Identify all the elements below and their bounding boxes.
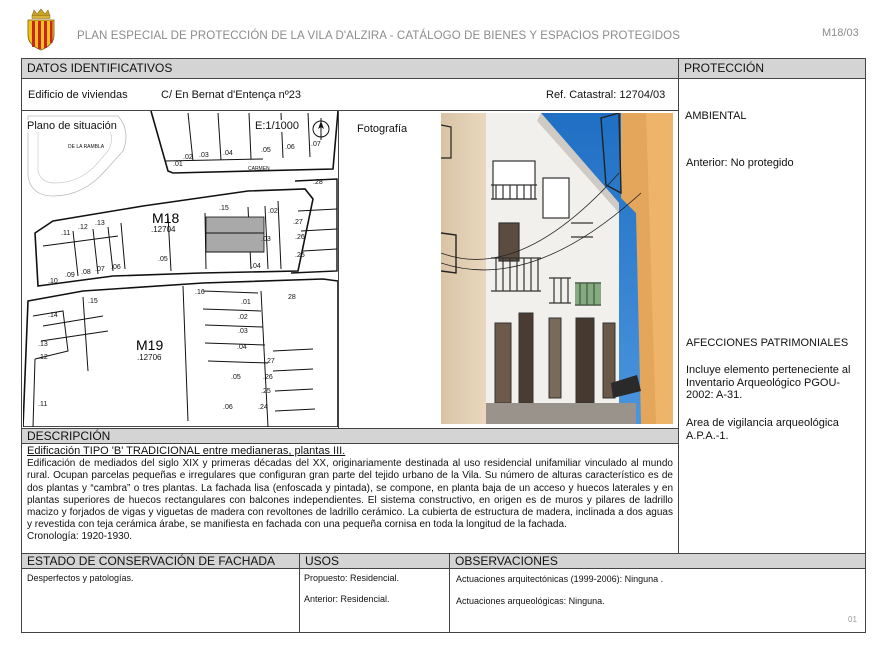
page-number: 01	[848, 615, 857, 624]
svg-text:.06: .06	[223, 404, 233, 411]
building-photo	[441, 113, 673, 424]
usos-proposed: Propuesto: Residencial.	[304, 573, 400, 583]
svg-text:DE LA RAMBLA: DE LA RAMBLA	[68, 144, 105, 150]
svg-text:.26: .26	[263, 374, 273, 381]
svg-text:.12: .12	[38, 354, 48, 361]
estado-header: ESTADO DE CONSERVACIÓN DE FACHADA	[22, 554, 299, 569]
svg-text:.10: .10	[48, 278, 58, 285]
svg-text:.13: .13	[38, 341, 48, 348]
proteccion-header: PROTECCIÓN	[679, 59, 865, 79]
sheet-code: M18/03	[822, 27, 859, 39]
descripcion-subtitle: Edificación TIPO 'B' TRADICIONAL entre m…	[27, 445, 346, 457]
svg-text:28: 28	[288, 294, 296, 301]
situation-map-label: Plano de situación	[27, 120, 119, 132]
document-title: PLAN ESPECIAL DE PROTECCIÓN DE LA VILA D…	[77, 30, 680, 42]
svg-text:.03: .03	[238, 328, 248, 335]
svg-text:.12704: .12704	[151, 225, 176, 234]
building-address: C/ En Bernat d'Entença nº23	[161, 89, 302, 101]
svg-text:.02: .02	[238, 314, 248, 321]
svg-text:.11: .11	[38, 401, 47, 408]
svg-text:.13: .13	[95, 220, 105, 227]
svg-text:.03: .03	[261, 236, 271, 243]
svg-text:.04: .04	[223, 150, 233, 157]
protection-previous: Anterior: No protegido	[686, 157, 794, 169]
svg-text:.01: .01	[173, 161, 183, 168]
svg-text:.27: .27	[293, 219, 303, 226]
svg-text:.11: .11	[61, 230, 70, 237]
observaciones-architectural: Actuaciones arquitectónicas (1999-2006):…	[456, 574, 664, 584]
observaciones-header: OBSERVACIONES	[450, 554, 865, 569]
svg-text:.05: .05	[231, 374, 241, 381]
afecciones-title: AFECCIONES PATRIMONIALES	[686, 337, 849, 349]
north-arrow-icon	[311, 116, 331, 142]
svg-text:.24: .24	[258, 404, 268, 411]
afecciones-inventory: Incluye elemento perteneciente al Invent…	[686, 364, 851, 401]
svg-text:.02: .02	[183, 154, 193, 161]
svg-text:.07: .07	[311, 141, 321, 148]
block-label-m19: M19	[136, 337, 163, 353]
column-divider	[678, 59, 679, 553]
descripcion-header: DESCRIPCIÓN	[22, 428, 678, 444]
map-photo-divider	[338, 110, 339, 428]
svg-text:.08: .08	[81, 269, 91, 276]
svg-text:.04: .04	[251, 263, 261, 270]
photo-label: Fotografía	[357, 123, 408, 135]
afecciones-vigilance: Area de vigilancia arqueológica A.P.A.-1…	[686, 417, 839, 442]
svg-text:CARMEN: CARMEN	[248, 166, 270, 172]
building-type: Edificio de viviendas	[28, 89, 128, 101]
svg-text:.25: .25	[295, 252, 305, 259]
svg-text:.01: .01	[241, 299, 251, 306]
bottom-col-divider-1	[299, 554, 300, 632]
svg-text:.16: .16	[195, 289, 205, 296]
svg-text:.05: .05	[158, 256, 168, 263]
descripcion-chronology: Cronología: 1920-1930.	[27, 531, 133, 542]
svg-text:.04: .04	[237, 344, 247, 351]
map-scale: E:1/1000	[255, 120, 300, 132]
svg-text:.14: .14	[48, 312, 58, 319]
estado-text: Desperfectos y patologías.	[27, 573, 134, 583]
situation-map: DE LA RAMBLA CARMEN M18 .12704 M19 .1270…	[23, 111, 338, 427]
svg-text:.12: .12	[78, 224, 88, 231]
svg-text:.03: .03	[199, 152, 209, 159]
protection-level: AMBIENTAL	[685, 110, 747, 122]
svg-text:.26: .26	[295, 234, 305, 241]
datos-identificativos-header: DATOS IDENTIFICATIVOS	[22, 59, 678, 79]
svg-text:.06: .06	[285, 144, 295, 151]
coat-of-arms-icon	[24, 7, 58, 51]
usos-previous: Anterior: Residencial.	[304, 594, 390, 604]
block-label-m18: M18	[152, 210, 179, 226]
svg-text:.25: .25	[261, 388, 271, 395]
svg-text:.06: .06	[111, 264, 121, 271]
svg-text:.28: .28	[313, 179, 323, 186]
bottom-col-divider-2	[449, 554, 450, 632]
descripcion-body: Edificación de mediados del siglo XIX y …	[27, 458, 673, 531]
svg-text:.02: .02	[268, 208, 278, 215]
svg-text:.09: .09	[65, 272, 75, 279]
svg-text:.27: .27	[265, 358, 275, 365]
svg-text:.15: .15	[88, 298, 98, 305]
svg-text:.15: .15	[219, 205, 229, 212]
cadastral-reference: Ref. Catastral: 12704/03	[546, 89, 666, 101]
svg-text:.07: .07	[95, 266, 105, 273]
usos-header: USOS	[300, 554, 449, 569]
svg-text:.12706: .12706	[137, 353, 162, 362]
svg-text:.05: .05	[261, 147, 271, 154]
observaciones-archaeological: Actuaciones arqueológicas: Ninguna.	[456, 596, 605, 606]
